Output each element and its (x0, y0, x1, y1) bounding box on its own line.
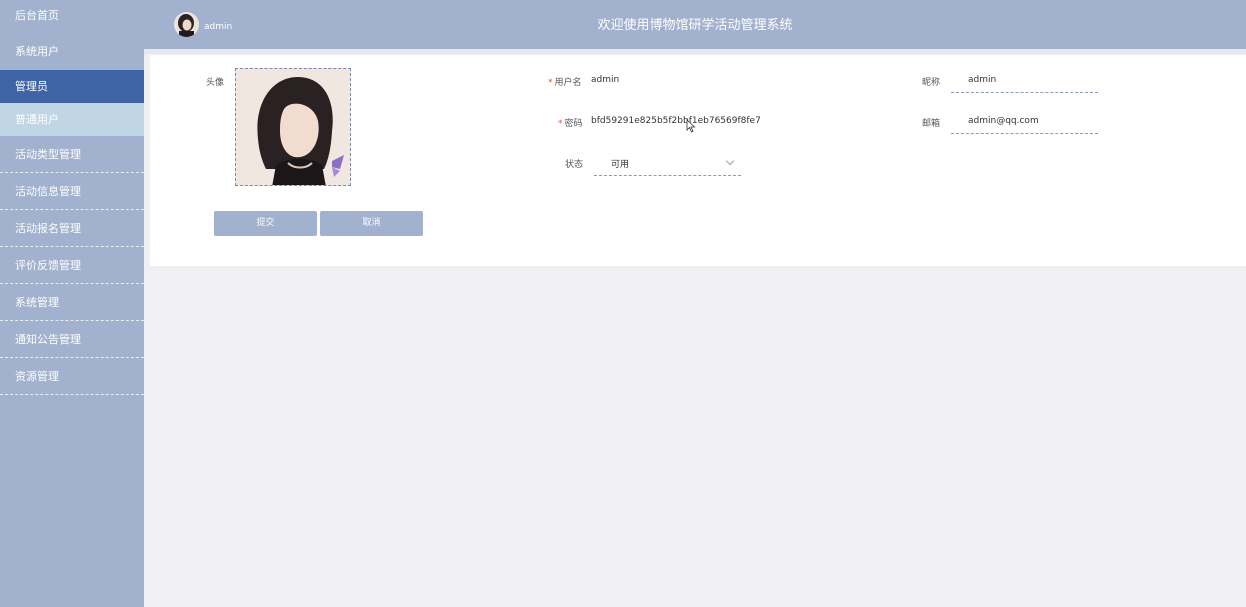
sidebar: 后台首页 系统用户 管理员 普通用户 活动类型管理 活动信息管理 活动报名管理 … (0, 0, 144, 607)
status-underline (594, 175, 741, 176)
username-label: * 用户名 (548, 75, 582, 88)
sidebar-item-notice[interactable]: 通知公告管理 (0, 321, 144, 358)
password-label: * 密码 (558, 116, 583, 129)
sidebar-item-normal-users[interactable]: 普通用户 (0, 103, 144, 136)
status-select[interactable]: 可用 (611, 157, 629, 170)
required-mark: * (558, 119, 563, 129)
email-label: 邮箱 (922, 119, 941, 129)
sidebar-item-feedback[interactable]: 评价反馈管理 (0, 247, 144, 284)
sidebar-item-home[interactable]: 后台首页 (0, 0, 144, 34)
cancel-button[interactable]: 取消 (320, 211, 423, 236)
avatar-upload[interactable] (235, 68, 351, 186)
sidebar-item-activity-signup[interactable]: 活动报名管理 (0, 210, 144, 247)
status-label: 状态 (565, 160, 584, 170)
nickname-underline (951, 92, 1098, 93)
avatar-portrait-icon (236, 69, 350, 185)
sidebar-item-activity-info[interactable]: 活动信息管理 (0, 173, 144, 210)
avatar-label: 头像 (206, 78, 225, 88)
nickname-field[interactable]: admin (968, 75, 996, 85)
email-underline (951, 133, 1098, 134)
username-field[interactable]: admin (591, 75, 619, 85)
header-divider (144, 49, 1246, 54)
submit-button[interactable]: 提交 (214, 211, 317, 236)
page-title: 欢迎使用博物馆研学活动管理系统 (597, 18, 793, 33)
sidebar-item-system-manage[interactable]: 系统管理 (0, 284, 144, 321)
username-label-text: 用户名 (554, 78, 582, 88)
top-header: admin 欢迎使用博物馆研学活动管理系统 (144, 0, 1246, 49)
nickname-label: 昵称 (922, 78, 941, 88)
sidebar-item-activity-type[interactable]: 活动类型管理 (0, 136, 144, 173)
sidebar-item-admin[interactable]: 管理员 (0, 70, 144, 103)
password-field[interactable]: bfd59291e825b5f2bbf1eb76569f8fe7 (591, 116, 761, 126)
sidebar-item-resource[interactable]: 资源管理 (0, 358, 144, 395)
email-field[interactable]: admin@qq.com (968, 116, 1039, 126)
chevron-down-icon[interactable] (725, 156, 735, 166)
sidebar-item-system-users[interactable]: 系统用户 (0, 34, 144, 70)
password-label-text: 密码 (564, 119, 583, 129)
required-mark: * (548, 78, 553, 88)
user-form-panel: 头像 * 用户名 admin 昵称 admin * 密码 bfd59291e825b… (150, 55, 1246, 266)
